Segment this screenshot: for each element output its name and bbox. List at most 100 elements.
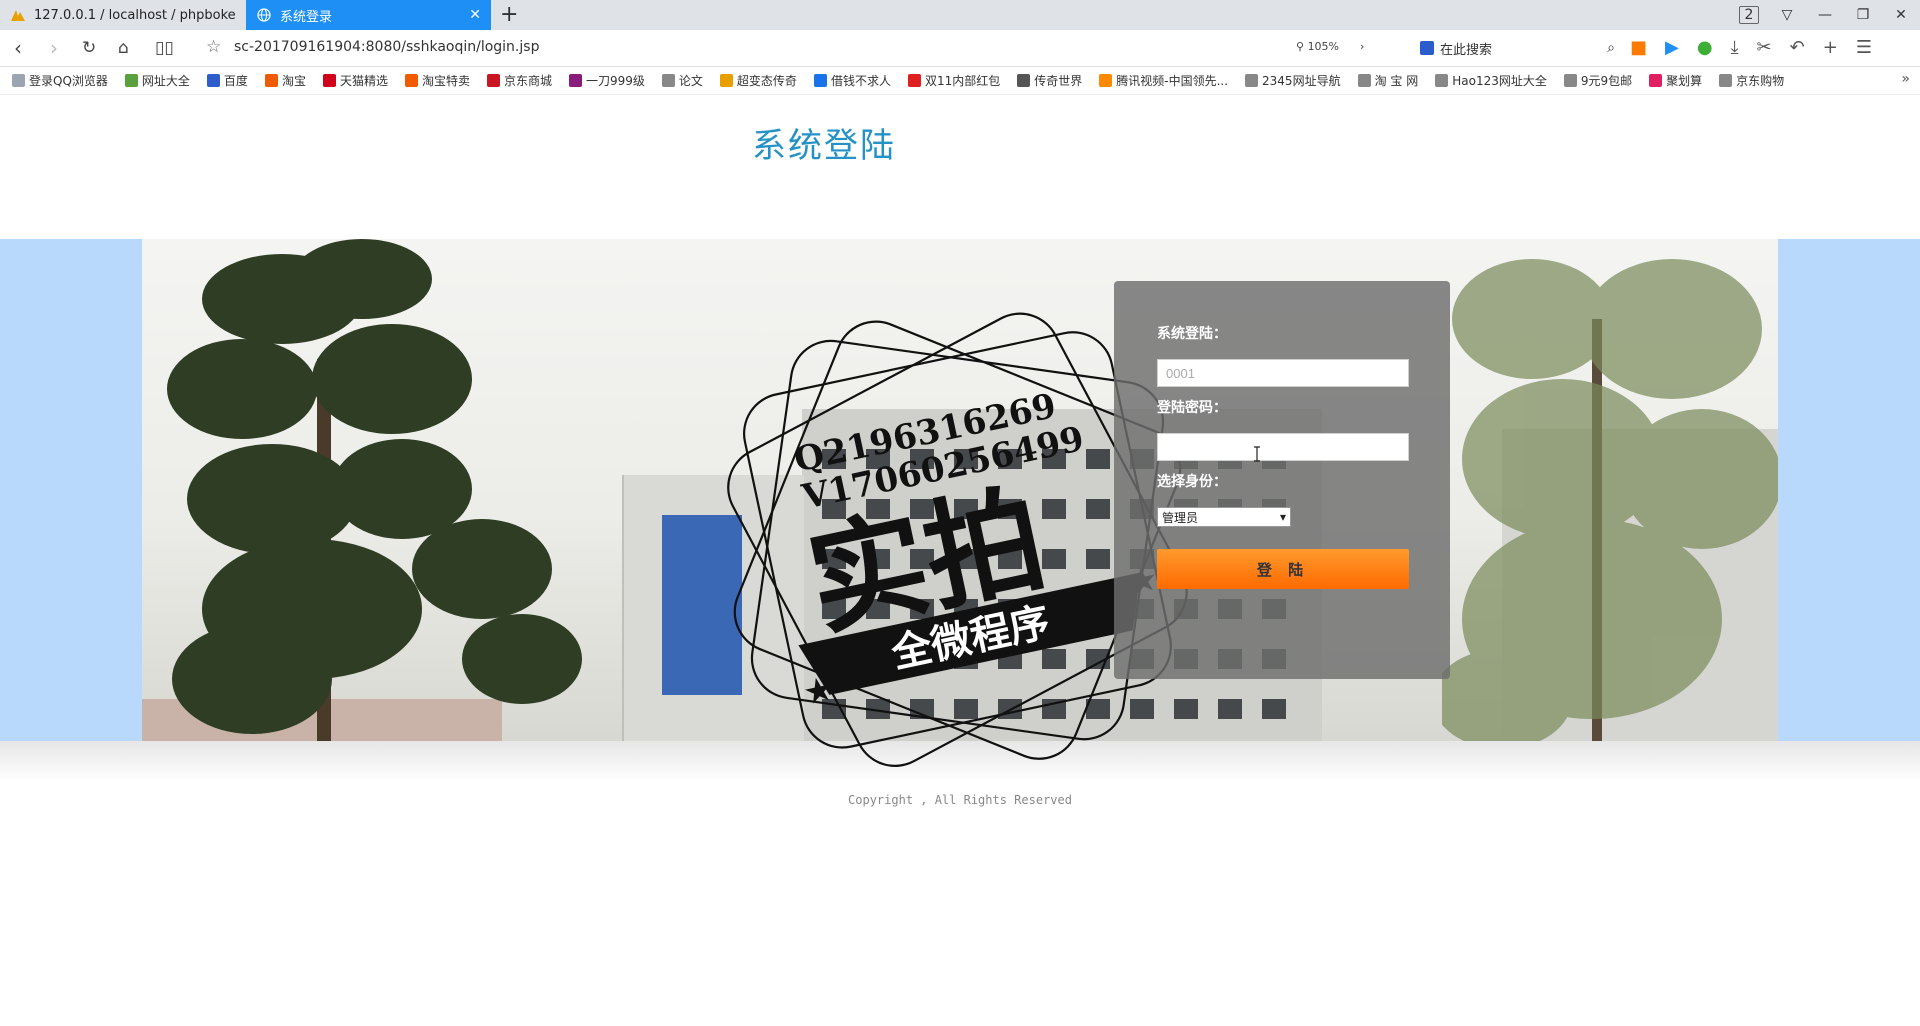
bookmark-item[interactable]: 超变态传奇	[719, 72, 797, 89]
bookmark-label: 超变态传奇	[736, 74, 797, 88]
wechat-icon[interactable]: ●	[1697, 37, 1713, 58]
menu-icon[interactable]: ☰	[1856, 37, 1872, 58]
login-button[interactable]: 登 陆	[1157, 549, 1409, 589]
search-icon[interactable]: ⌕	[1607, 40, 1615, 56]
bookmark-label: 双11内部红包	[924, 74, 1001, 88]
dropdown-arrow-icon: ▾	[1279, 510, 1286, 524]
bookmark-icon	[1099, 74, 1113, 87]
bookmark-icon	[1357, 74, 1371, 87]
bookmark-label: Hao123网址大全	[1452, 74, 1547, 88]
close-icon[interactable]: ✕	[469, 7, 481, 23]
bookmark-label: 百度	[223, 74, 248, 88]
bookmark-item[interactable]: 百度	[206, 72, 248, 89]
window-close-button[interactable]: ✕	[1882, 7, 1920, 23]
bookmark-label: 网址大全	[141, 74, 190, 88]
tab-count-badge[interactable]: 2	[1730, 6, 1768, 24]
bookmark-icon	[322, 74, 336, 87]
bookmark-item[interactable]: 网址大全	[124, 72, 190, 89]
username-label: 系统登陆：	[1157, 326, 1227, 342]
tab-login[interactable]: 系统登录 ✕	[246, 0, 491, 30]
bookmark-icon	[12, 74, 25, 87]
reload-icon[interactable]: ↻	[82, 38, 96, 58]
bookmark-item[interactable]: 聚划算	[1649, 72, 1702, 89]
address-bar: ‹ › ↻ ⌂ ▯▯ ☆ sc-201709161904:8080/sshkao…	[0, 30, 1920, 67]
bookmark-icon	[1649, 74, 1663, 87]
tab-label: 127.0.0.1 / localhost / phpboke | p	[34, 7, 235, 23]
bookmark-icon	[1719, 74, 1733, 87]
bookmark-item[interactable]: 传奇世界	[1017, 72, 1082, 89]
bookmark-item[interactable]: 9元9包邮	[1563, 72, 1633, 89]
password-input[interactable]	[1157, 433, 1409, 461]
minimize-button[interactable]: —	[1806, 7, 1844, 23]
bookmark-label: 淘 宝 网	[1374, 74, 1419, 88]
bookmark-item[interactable]: 腾讯视频-中国领先...	[1099, 72, 1228, 89]
bookmark-icon	[124, 74, 138, 87]
plus-icon[interactable]: +	[1823, 37, 1838, 58]
login-panel: 系统登陆： 登陆密码： 选择身份： 管理员 ▾ 登 陆	[1114, 281, 1450, 679]
scissors-icon[interactable]: ✂	[1757, 37, 1772, 58]
globe-icon	[256, 7, 272, 23]
bookmarks-bar: 登录QQ浏览器 网址大全 百度 淘宝 天猫精选 淘宝特卖 京东商城 一刀999级 论文 超变态传奇…	[0, 67, 1920, 95]
password-label: 登陆密码：	[1157, 400, 1227, 416]
baidu-icon	[1420, 41, 1434, 55]
bookmark-icon	[907, 74, 921, 87]
zoom-indicator[interactable]: ⚲ 105% ›	[1296, 40, 1364, 53]
bookmark-item[interactable]: Hao123网址大全	[1435, 72, 1547, 89]
tab-phpmyadmin[interactable]: 127.0.0.1 / localhost / phpboke | p	[0, 0, 245, 30]
tree-right	[1442, 259, 1778, 741]
more-bookmarks-icon[interactable]: »	[1901, 71, 1910, 87]
search-placeholder: 在此搜索	[1440, 42, 1493, 58]
url-field[interactable]: sc-201709161904:8080/sshkaoqin/login.jsp	[234, 39, 539, 55]
forward-button[interactable]: ›	[50, 36, 58, 60]
star-icon[interactable]: ☆	[206, 37, 221, 57]
undo-icon[interactable]: ↶	[1790, 37, 1805, 58]
video-icon[interactable]: ■	[1630, 37, 1647, 58]
bookmark-label: 京东商城	[503, 74, 552, 88]
toolbar-icons: ■ ▶ ● ⤓ ✂ ↶ + ☰	[1630, 37, 1872, 58]
bookmark-item[interactable]: 论文	[661, 72, 703, 89]
bookmark-label: 淘宝	[281, 74, 306, 88]
reader-icon[interactable]: ▯▯	[155, 38, 174, 58]
bookmark-icon	[569, 74, 582, 87]
bookmark-item[interactable]: 淘 宝 网	[1357, 72, 1419, 89]
bookmark-label: 9元9包邮	[1580, 74, 1633, 88]
tab-label: 系统登录	[280, 9, 333, 25]
download-icon[interactable]: ⤓	[1731, 37, 1739, 58]
home-icon[interactable]: ⌂	[118, 38, 129, 58]
bookmark-icon	[1245, 74, 1259, 87]
bookmark-item[interactable]: 淘宝特卖	[404, 72, 470, 89]
bookmark-item[interactable]: 一刀999级	[569, 72, 645, 89]
bookmark-label: 登录QQ浏览器	[29, 74, 108, 88]
shirt-icon[interactable]: ▽	[1768, 7, 1806, 23]
bookmark-label: 腾讯视频-中国领先...	[1116, 74, 1229, 88]
back-button[interactable]: ‹	[14, 36, 22, 60]
role-selected: 管理员	[1162, 510, 1199, 525]
bookmark-icon	[486, 74, 500, 87]
restore-button[interactable]: ❐	[1844, 7, 1882, 23]
new-tab-button[interactable]: +	[500, 3, 518, 27]
bookmark-label: 聚划算	[1666, 74, 1703, 88]
bookmark-icon	[264, 74, 278, 87]
bookmark-icon	[813, 74, 827, 87]
bookmark-icon	[206, 74, 220, 87]
bookmark-item[interactable]: 京东购物	[1719, 72, 1784, 89]
bookmark-label: 论文	[678, 74, 703, 88]
bookmark-item[interactable]: 2345网址导航	[1245, 72, 1341, 89]
zoom-level: 105%	[1307, 40, 1340, 53]
page-title: 系统登陆	[752, 126, 896, 166]
bookmark-item[interactable]: 双11内部红包	[907, 72, 1001, 89]
bookmark-item[interactable]: 淘宝	[264, 72, 306, 89]
search-box[interactable]: 在此搜索 ⌕	[1420, 38, 1615, 58]
bookmark-icon	[404, 74, 418, 87]
bookmark-item[interactable]: 借钱不求人	[813, 72, 891, 89]
username-input[interactable]	[1157, 359, 1409, 387]
bookmark-item[interactable]: 京东商城	[486, 72, 552, 89]
bookmark-label: 淘宝特卖	[421, 74, 470, 88]
bookmark-icon	[719, 74, 733, 87]
bookmark-label: 传奇世界	[1034, 74, 1083, 88]
bookmark-item[interactable]: 登录QQ浏览器	[12, 72, 108, 89]
play-icon[interactable]: ▶	[1665, 37, 1679, 58]
text-cursor-icon	[1254, 446, 1260, 462]
bookmark-item[interactable]: 天猫精选	[322, 72, 388, 89]
role-select[interactable]: 管理员 ▾	[1157, 507, 1291, 527]
